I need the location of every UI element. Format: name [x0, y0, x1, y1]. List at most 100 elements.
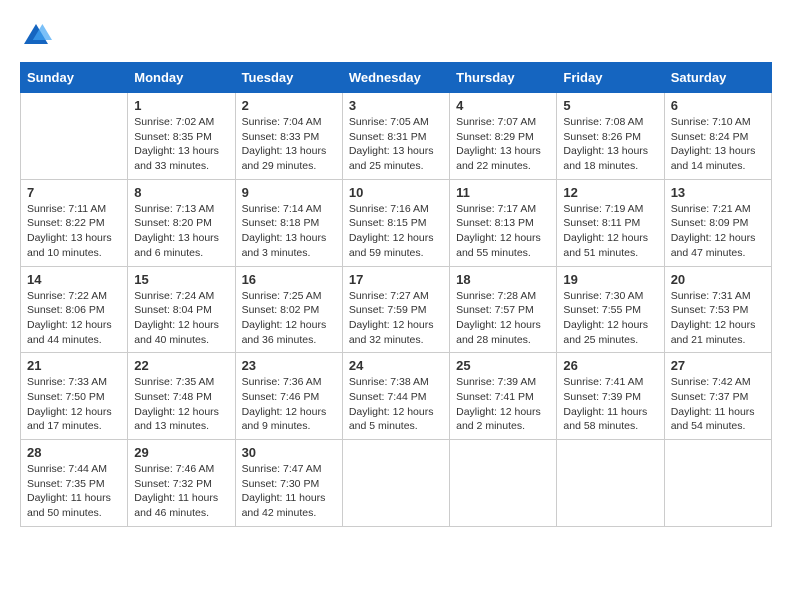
day-cell: 10Sunrise: 7:16 AM Sunset: 8:15 PM Dayli…: [342, 179, 449, 266]
day-number: 12: [563, 185, 657, 200]
day-cell: 12 Sunrise: 7:19 AM Sunset: 8:11 PM Dayli…: [557, 179, 664, 266]
day-info: Sunrise: 7:17 AM Sunset: 8:13 PM Dayligh…: [456, 202, 550, 261]
day-cell: 29Sunrise: 7:46 AM Sunset: 7:32 PM Dayli…: [128, 440, 235, 527]
day-cell: 2 Sunrise: 7:04 AM Sunset: 8:33 PM Daylig…: [235, 93, 342, 180]
day-number: 24: [349, 358, 443, 373]
day-info: Sunrise: 7:05 AM Sunset: 8:31 PM Dayligh…: [349, 115, 443, 174]
day-info: Sunrise: 7:38 AM Sunset: 7:44 PM Dayligh…: [349, 375, 443, 434]
day-cell: [664, 440, 771, 527]
day-number: 2: [242, 98, 336, 113]
day-info: Sunrise: 7:36 AM Sunset: 7:46 PM Dayligh…: [242, 375, 336, 434]
day-cell: [557, 440, 664, 527]
day-number: 11: [456, 185, 550, 200]
column-header-saturday: Saturday: [664, 63, 771, 93]
day-number: 4: [456, 98, 550, 113]
day-info: Sunrise: 7:07 AM Sunset: 8:29 PM Dayligh…: [456, 115, 550, 174]
day-cell: 24 Sunrise: 7:38 AM Sunset: 7:44 PM Dayli…: [342, 353, 449, 440]
day-number: 28: [27, 445, 121, 460]
day-info: Sunrise: 7:47 AM Sunset: 7:30 PM Dayligh…: [242, 462, 336, 521]
week-row-3: 14 Sunrise: 7:22 AM Sunset: 8:06 PM Dayli…: [21, 266, 772, 353]
day-cell: [450, 440, 557, 527]
day-info: Sunrise: 7:31 AM Sunset: 7:53 PM Dayligh…: [671, 289, 765, 348]
day-info: Sunrise: 7:10 AM Sunset: 8:24 PM Dayligh…: [671, 115, 765, 174]
day-info: Sunrise: 7:42 AM Sunset: 7:37 PM Dayligh…: [671, 375, 765, 434]
day-info: Sunrise: 7:24 AM Sunset: 8:04 PM Dayligh…: [134, 289, 228, 348]
day-cell: 28 Sunrise: 7:44 AM Sunset: 7:35 PM Dayli…: [21, 440, 128, 527]
day-info: Sunrise: 7:30 AM Sunset: 7:55 PM Dayligh…: [563, 289, 657, 348]
day-info: Sunrise: 7:46 AM Sunset: 7:32 PM Dayligh…: [134, 462, 228, 521]
day-info: Sunrise: 7:21 AM Sunset: 8:09 PM Dayligh…: [671, 202, 765, 261]
column-header-monday: Monday: [128, 63, 235, 93]
page-header: [20, 20, 772, 52]
logo: [20, 20, 56, 52]
column-header-sunday: Sunday: [21, 63, 128, 93]
day-cell: 11 Sunrise: 7:17 AM Sunset: 8:13 PM Dayli…: [450, 179, 557, 266]
day-cell: 21 Sunrise: 7:33 AM Sunset: 7:50 PM Dayli…: [21, 353, 128, 440]
day-info: Sunrise: 7:35 AM Sunset: 7:48 PM Dayligh…: [134, 375, 228, 434]
day-cell: 6 Sunrise: 7:10 AM Sunset: 8:24 PM Daylig…: [664, 93, 771, 180]
day-cell: 23 Sunrise: 7:36 AM Sunset: 7:46 PM Dayli…: [235, 353, 342, 440]
column-header-tuesday: Tuesday: [235, 63, 342, 93]
day-number: 9: [242, 185, 336, 200]
day-number: 22: [134, 358, 228, 373]
week-row-1: 1 Sunrise: 7:02 AM Sunset: 8:35 PM Daylig…: [21, 93, 772, 180]
logo-icon: [20, 20, 52, 52]
day-cell: 16Sunrise: 7:25 AM Sunset: 8:02 PM Dayli…: [235, 266, 342, 353]
week-row-4: 21 Sunrise: 7:33 AM Sunset: 7:50 PM Dayli…: [21, 353, 772, 440]
day-number: 15: [134, 272, 228, 287]
day-number: 26: [563, 358, 657, 373]
day-cell: 14 Sunrise: 7:22 AM Sunset: 8:06 PM Dayli…: [21, 266, 128, 353]
day-number: 21: [27, 358, 121, 373]
day-cell: 3 Sunrise: 7:05 AM Sunset: 8:31 PM Daylig…: [342, 93, 449, 180]
day-info: Sunrise: 7:19 AM Sunset: 8:11 PM Dayligh…: [563, 202, 657, 261]
day-cell: 4 Sunrise: 7:07 AM Sunset: 8:29 PM Daylig…: [450, 93, 557, 180]
day-cell: 18 Sunrise: 7:28 AM Sunset: 7:57 PM Dayli…: [450, 266, 557, 353]
day-cell: 7 Sunrise: 7:11 AM Sunset: 8:22 PM Daylig…: [21, 179, 128, 266]
day-cell: 20 Sunrise: 7:31 AM Sunset: 7:53 PM Dayli…: [664, 266, 771, 353]
day-cell: 15 Sunrise: 7:24 AM Sunset: 8:04 PM Dayli…: [128, 266, 235, 353]
day-info: Sunrise: 7:11 AM Sunset: 8:22 PM Dayligh…: [27, 202, 121, 261]
day-info: Sunrise: 7:27 AM Sunset: 7:59 PM Dayligh…: [349, 289, 443, 348]
day-number: 5: [563, 98, 657, 113]
day-number: 18: [456, 272, 550, 287]
day-info: Sunrise: 7:44 AM Sunset: 7:35 PM Dayligh…: [27, 462, 121, 521]
day-cell: [21, 93, 128, 180]
day-cell: 22 Sunrise: 7:35 AM Sunset: 7:48 PM Dayli…: [128, 353, 235, 440]
day-number: 20: [671, 272, 765, 287]
day-info: Sunrise: 7:04 AM Sunset: 8:33 PM Dayligh…: [242, 115, 336, 174]
day-cell: 9 Sunrise: 7:14 AM Sunset: 8:18 PM Daylig…: [235, 179, 342, 266]
day-info: Sunrise: 7:13 AM Sunset: 8:20 PM Dayligh…: [134, 202, 228, 261]
day-info: Sunrise: 7:28 AM Sunset: 7:57 PM Dayligh…: [456, 289, 550, 348]
day-cell: 27Sunrise: 7:42 AM Sunset: 7:37 PM Dayli…: [664, 353, 771, 440]
day-info: Sunrise: 7:39 AM Sunset: 7:41 PM Dayligh…: [456, 375, 550, 434]
day-number: 25: [456, 358, 550, 373]
column-header-wednesday: Wednesday: [342, 63, 449, 93]
day-cell: 17Sunrise: 7:27 AM Sunset: 7:59 PM Dayli…: [342, 266, 449, 353]
day-number: 8: [134, 185, 228, 200]
day-cell: 13 Sunrise: 7:21 AM Sunset: 8:09 PM Dayli…: [664, 179, 771, 266]
day-cell: [342, 440, 449, 527]
day-number: 13: [671, 185, 765, 200]
column-header-thursday: Thursday: [450, 63, 557, 93]
day-number: 7: [27, 185, 121, 200]
day-info: Sunrise: 7:02 AM Sunset: 8:35 PM Dayligh…: [134, 115, 228, 174]
day-cell: 25 Sunrise: 7:39 AM Sunset: 7:41 PM Dayli…: [450, 353, 557, 440]
day-info: Sunrise: 7:33 AM Sunset: 7:50 PM Dayligh…: [27, 375, 121, 434]
day-info: Sunrise: 7:08 AM Sunset: 8:26 PM Dayligh…: [563, 115, 657, 174]
day-number: 3: [349, 98, 443, 113]
day-number: 14: [27, 272, 121, 287]
day-number: 23: [242, 358, 336, 373]
day-number: 19: [563, 272, 657, 287]
day-info: Sunrise: 7:22 AM Sunset: 8:06 PM Dayligh…: [27, 289, 121, 348]
day-cell: 5 Sunrise: 7:08 AM Sunset: 8:26 PM Daylig…: [557, 93, 664, 180]
day-number: 1: [134, 98, 228, 113]
day-info: Sunrise: 7:14 AM Sunset: 8:18 PM Dayligh…: [242, 202, 336, 261]
column-header-friday: Friday: [557, 63, 664, 93]
day-info: Sunrise: 7:41 AM Sunset: 7:39 PM Dayligh…: [563, 375, 657, 434]
calendar-table: SundayMondayTuesdayWednesdayThursdayFrid…: [20, 62, 772, 527]
week-row-2: 7 Sunrise: 7:11 AM Sunset: 8:22 PM Daylig…: [21, 179, 772, 266]
day-number: 6: [671, 98, 765, 113]
day-cell: 26 Sunrise: 7:41 AM Sunset: 7:39 PM Dayli…: [557, 353, 664, 440]
day-cell: 8 Sunrise: 7:13 AM Sunset: 8:20 PM Daylig…: [128, 179, 235, 266]
day-info: Sunrise: 7:16 AM Sunset: 8:15 PM Dayligh…: [349, 202, 443, 261]
